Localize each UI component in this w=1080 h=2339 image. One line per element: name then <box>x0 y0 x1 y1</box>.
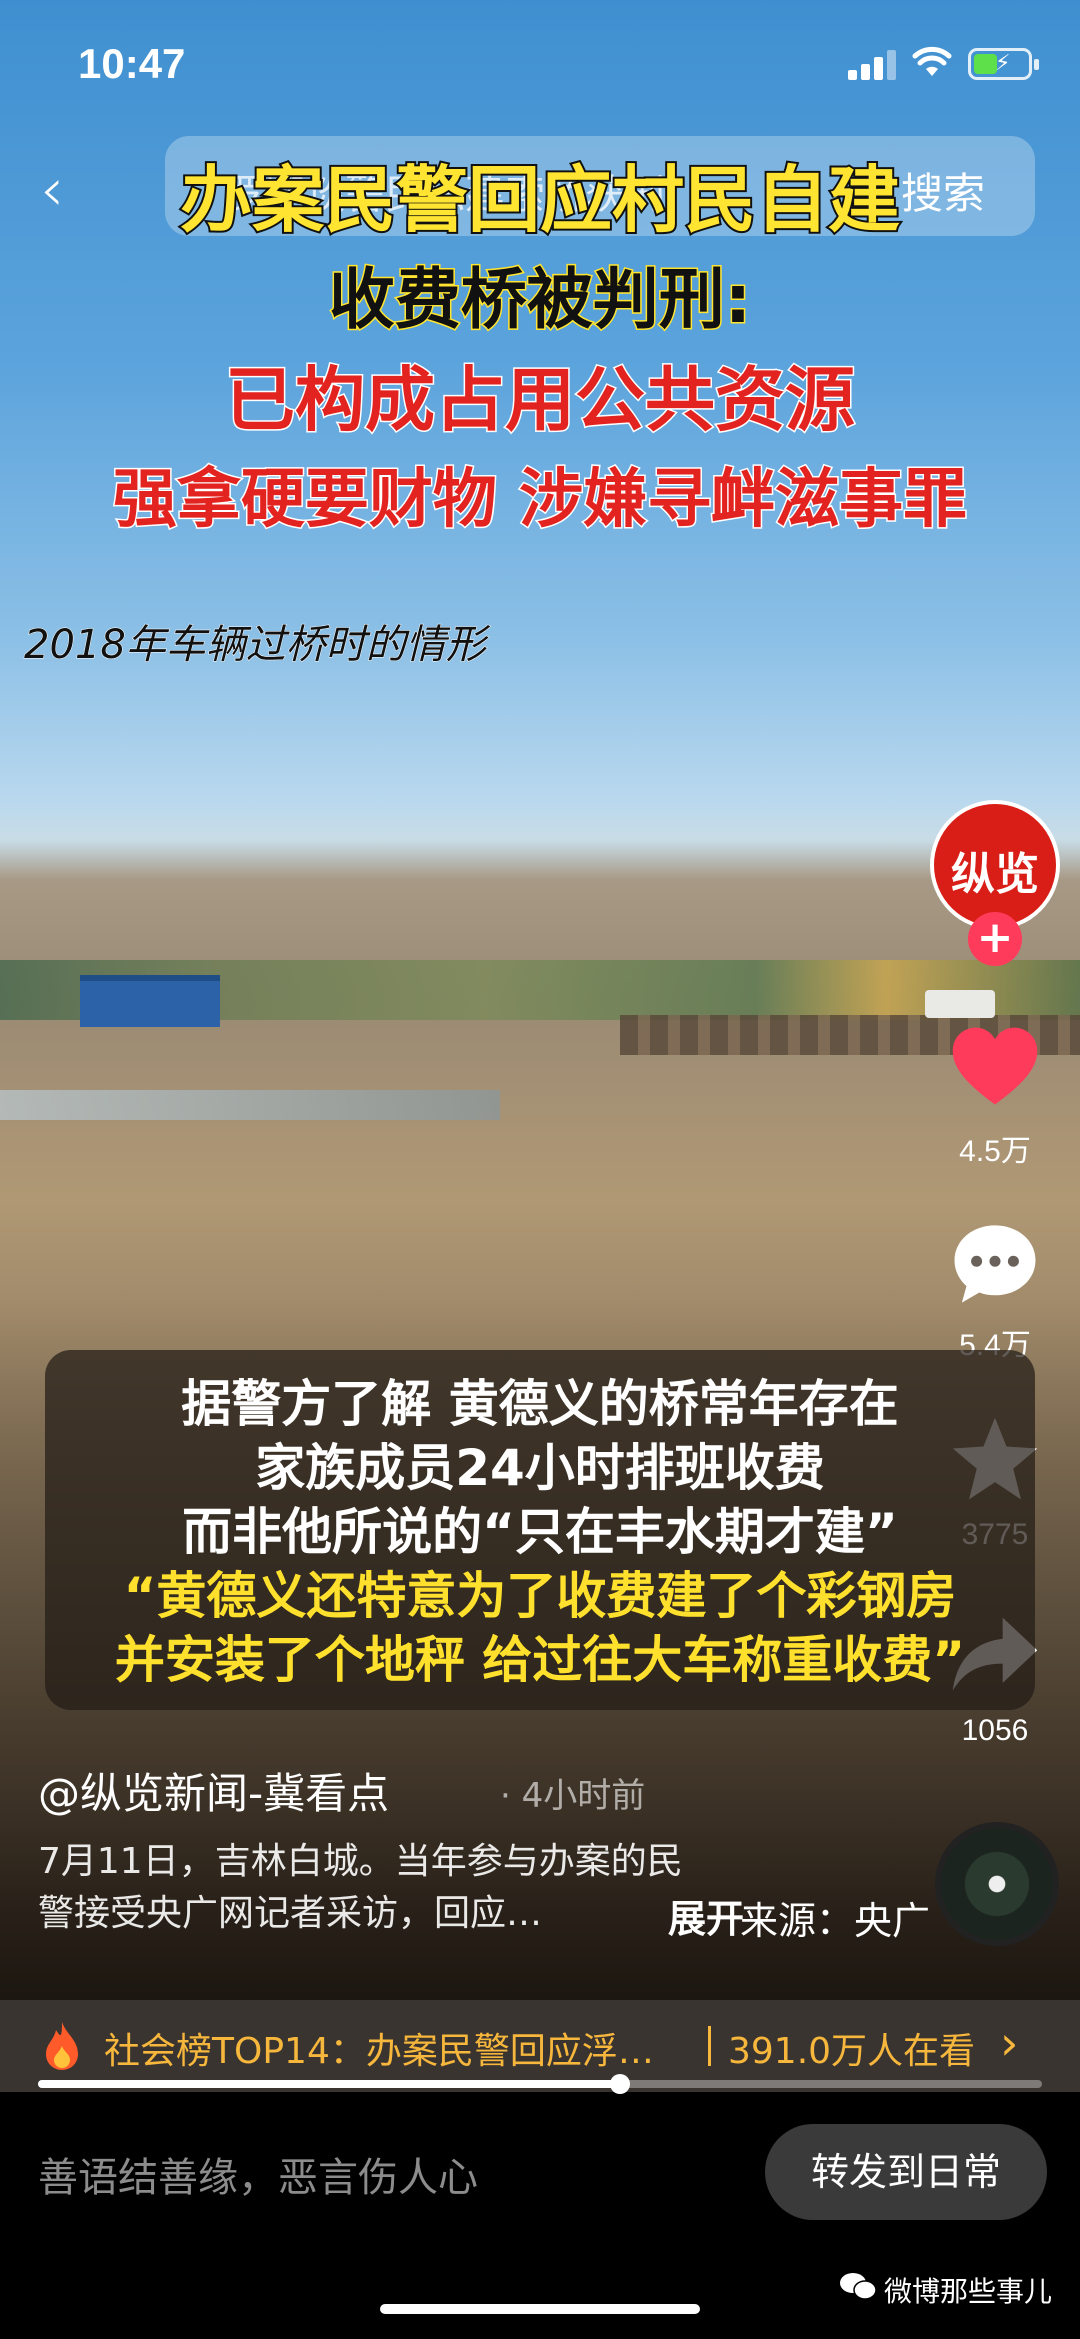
avatar-logo-text: 纵览 <box>951 849 1039 900</box>
repost-button[interactable]: 转发到日常 <box>765 2124 1047 2220</box>
video-progress[interactable] <box>38 2074 1042 2094</box>
subtitle-line-3: 而非他所说的“只在丰水期才建” <box>182 1503 898 1561</box>
home-indicator <box>380 2304 700 2314</box>
like-action[interactable]: 4.5万 <box>920 1020 1070 1170</box>
hot-separator <box>708 2026 711 2066</box>
hot-viewer-count: 391.0万人在看 <box>728 2031 976 2072</box>
post-age: · 4小时前 <box>500 1776 646 1816</box>
heart-icon <box>952 1027 1038 1105</box>
headline-line-2: 收费桥被判刑: <box>327 260 752 340</box>
desc-line-1: 7月11日，吉林白城。当年参与办案的民 <box>38 1841 683 1882</box>
scene-water <box>0 1090 500 1120</box>
status-time: 10:47 <box>78 40 186 87</box>
subtitle-line-4: “黄德义还特意为了收费建了个彩钢房 <box>123 1567 957 1625</box>
fire-icon <box>46 2022 78 2070</box>
subtitle-line-2: 家族成员24小时排班收费 <box>255 1439 825 1497</box>
status-bar: 10:47 ⚡ <box>0 0 1080 130</box>
signal-icon <box>848 50 896 80</box>
scene-blue-building <box>80 975 220 1027</box>
scene-caption: 2018年车辆过桥时的情形 <box>24 622 487 669</box>
video-headline: 办案民警回应村民自建 收费桥被判刑: 已构成占用公共资源 强拿硬要财物 涉嫌寻衅… <box>0 150 1080 550</box>
chevron-right-icon: › <box>1000 2016 1019 2070</box>
headline-line-3: 已构成占用公共资源 <box>224 358 857 443</box>
expand-button[interactable]: 展开 <box>668 1888 744 1943</box>
follow-button[interactable]: + <box>968 912 1022 966</box>
author-avatar[interactable]: 纵览 <box>930 800 1060 930</box>
like-count: 4.5万 <box>959 1135 1031 1168</box>
subtitle-box: 据警方了解 黄德义的桥常年存在 家族成员24小时排班收费 而非他所说的“只在丰水… <box>45 1350 1035 1710</box>
music-disc[interactable] <box>935 1822 1059 1946</box>
battery-icon: ⚡ <box>968 48 1039 80</box>
wifi-icon <box>912 46 952 76</box>
author-name[interactable]: @纵览新闻-冀看点 <box>38 1760 389 1821</box>
comment-action[interactable]: 5.4万 <box>920 1218 1070 1364</box>
subtitle-line-1: 据警方了解 黄德义的桥常年存在 <box>181 1375 899 1433</box>
share-count: 1056 <box>961 1714 1029 1747</box>
hot-topic-text: 社会榜TOP14：办案民警回应浮… <box>104 2031 654 2072</box>
wechat-icon <box>840 2273 877 2300</box>
hot-list-bar[interactable]: 社会榜TOP14：办案民警回应浮… 391.0万人在看 › <box>0 2000 1080 2092</box>
source-label: 来源：央广 <box>740 1899 931 1943</box>
watermark-text: 微博那些事儿 <box>884 2275 1053 2308</box>
subtitle-line-5: 并安装了个地秤 给过往大车称重收费” <box>114 1631 966 1689</box>
headline-line-1: 办案民警回应村民自建 <box>178 156 902 244</box>
comment-input[interactable]: 善语结善缘，恶言伤人心 <box>38 2145 478 2203</box>
progress-fill <box>38 2080 621 2088</box>
headline-line-4: 强拿硬要财物 涉嫌寻衅滋事罪 <box>111 462 968 539</box>
comment-icon <box>954 1225 1036 1303</box>
scene-truck <box>925 990 995 1018</box>
